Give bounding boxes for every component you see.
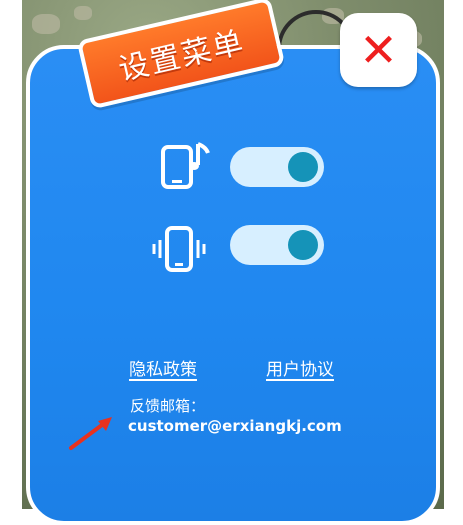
annotation-arrow-icon (69, 417, 112, 450)
close-button[interactable]: ✕ (340, 13, 417, 87)
close-icon: ✕ (359, 23, 398, 77)
vibrate-icon (152, 226, 206, 272)
toggle-knob (288, 230, 318, 260)
toggle-knob (288, 152, 318, 182)
settings-panel (26, 45, 440, 525)
user-agreement-link[interactable]: 用户协议 (266, 355, 334, 380)
sound-toggle[interactable] (230, 147, 324, 187)
feedback-label: 反馈邮箱： (130, 397, 206, 415)
privacy-policy-link[interactable]: 隐私政策 (129, 355, 197, 380)
music-phone-icon (161, 142, 210, 189)
feedback-email[interactable]: customer@erxiangkj.com (128, 417, 342, 435)
vibration-toggle[interactable] (230, 225, 324, 265)
